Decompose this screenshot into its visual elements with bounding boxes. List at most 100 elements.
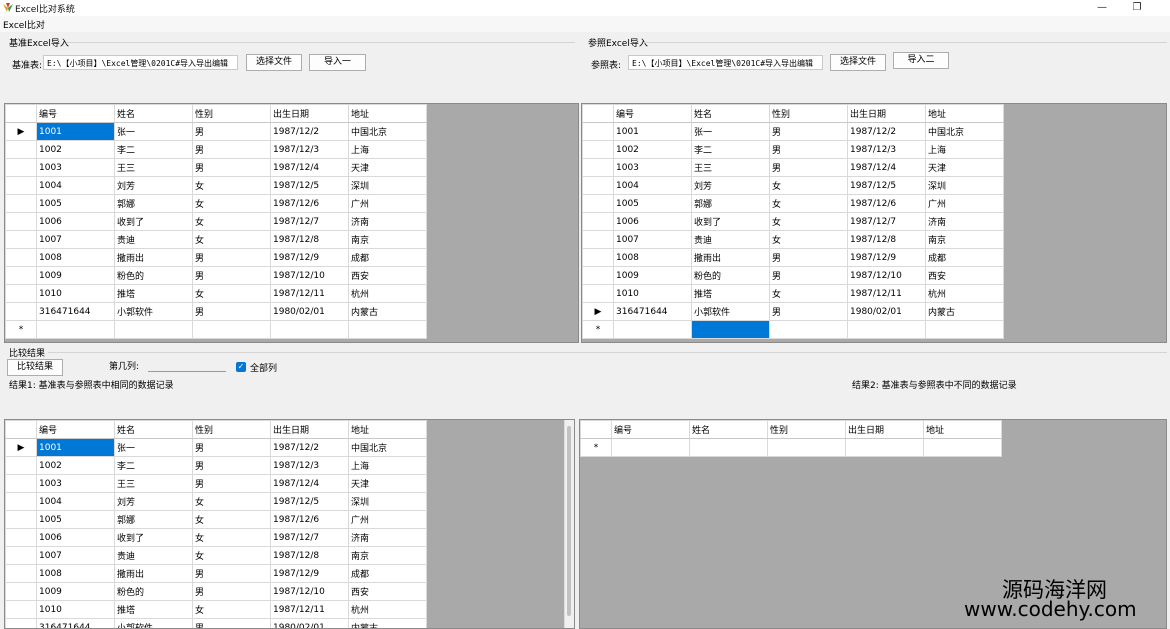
grid-cell[interactable]: 女 <box>192 546 271 565</box>
grid-cell[interactable]: 1987/12/11 <box>847 284 926 303</box>
row-header[interactable] <box>5 194 37 213</box>
grid-cell[interactable]: 女 <box>769 194 848 213</box>
grid-cell[interactable]: 1987/12/9 <box>270 248 349 267</box>
grid-cell[interactable]: 王三 <box>691 158 770 177</box>
grid-cell[interactable]: 1987/12/5 <box>270 492 349 511</box>
table-row[interactable]: 1006 收到了女 1987/12/7 济南 <box>5 212 427 231</box>
grid-cell[interactable]: 西安 <box>348 582 427 601</box>
row-header[interactable] <box>5 248 37 267</box>
grid-cell[interactable]: 1004 <box>36 176 115 195</box>
grid-cell[interactable]: 天津 <box>925 158 1004 177</box>
column-header-gender[interactable]: 性别 <box>192 420 271 439</box>
grid-cell[interactable]: 1987/12/11 <box>270 284 349 303</box>
grid-cell[interactable]: 男 <box>192 140 271 159</box>
table-row[interactable]: ▶ 1001 张一男 1987/12/2 中国北京 <box>5 438 427 457</box>
grid-cell[interactable]: 深圳 <box>348 492 427 511</box>
grid-cell[interactable]: 男 <box>192 122 271 141</box>
row-header[interactable] <box>582 140 614 159</box>
column-header-gender[interactable]: 性别 <box>767 420 846 439</box>
grid-cell[interactable]: 男 <box>192 618 271 628</box>
grid-cell[interactable]: 李二 <box>114 140 193 159</box>
grid-cell[interactable] <box>769 320 848 339</box>
table-row[interactable]: 316471644 小郭软件男 1980/02/01 内蒙古 <box>5 618 427 628</box>
ref-choose-file-button[interactable]: 选择文件 <box>830 54 886 71</box>
grid-cell[interactable]: 女 <box>192 176 271 195</box>
grid-cell[interactable]: 杭州 <box>348 600 427 619</box>
grid-cell[interactable]: 杭州 <box>348 284 427 303</box>
grid-cell[interactable]: 男 <box>192 474 271 493</box>
grid-cell[interactable]: 1987/12/4 <box>270 158 349 177</box>
row-header[interactable] <box>582 230 614 249</box>
grid-cell[interactable]: 郭娜 <box>114 194 193 213</box>
table-row[interactable]: 1002 李二男 1987/12/3 上海 <box>5 140 427 159</box>
column-number-input[interactable] <box>148 358 226 372</box>
table-row[interactable]: 1003 王三男 1987/12/4 天津 <box>582 158 1004 177</box>
grid-cell[interactable] <box>192 320 271 339</box>
new-row[interactable]: * <box>582 320 1004 339</box>
grid-cell[interactable]: 男 <box>769 266 848 285</box>
row-header[interactable] <box>5 546 37 565</box>
grid-cell[interactable]: 张一 <box>114 122 193 141</box>
column-header-name[interactable]: 姓名 <box>689 420 768 439</box>
column-header-id[interactable]: 编号 <box>611 420 690 439</box>
grid-cell[interactable]: 1003 <box>613 158 692 177</box>
row-header[interactable] <box>5 456 37 475</box>
grid-cell[interactable] <box>923 438 1002 457</box>
grid-cell[interactable]: 1987/12/3 <box>270 456 349 475</box>
grid-cell[interactable]: 1987/12/9 <box>270 564 349 583</box>
grid-cell[interactable]: 西安 <box>348 266 427 285</box>
grid-cell[interactable]: 1987/12/7 <box>270 212 349 231</box>
grid-cell[interactable]: 男 <box>769 248 848 267</box>
grid-cell[interactable]: 王三 <box>114 158 193 177</box>
row-header[interactable] <box>5 528 37 547</box>
column-header-address[interactable]: 地址 <box>348 104 427 123</box>
row-header[interactable] <box>5 510 37 529</box>
table-row[interactable]: 1003 王三男 1987/12/4 天津 <box>5 474 427 493</box>
grid-cell[interactable]: 刘芳 <box>114 492 193 511</box>
grid-cell[interactable]: 济南 <box>925 212 1004 231</box>
grid-cell[interactable] <box>611 438 690 457</box>
grid-cell[interactable]: 广州 <box>348 194 427 213</box>
column-header-id[interactable]: 编号 <box>36 104 115 123</box>
row-header[interactable] <box>5 176 37 195</box>
grid-cell[interactable]: 女 <box>769 176 848 195</box>
grid-cell[interactable]: 316471644 <box>36 618 115 628</box>
grid-cell[interactable]: 1009 <box>36 582 115 601</box>
menu-item-excel-compare[interactable]: Excel比对 <box>3 18 45 31</box>
column-header-address[interactable]: 地址 <box>925 104 1004 123</box>
grid-cell[interactable]: 成都 <box>348 248 427 267</box>
grid-cell[interactable] <box>36 320 115 339</box>
grid-cell[interactable]: 1007 <box>36 546 115 565</box>
row-header[interactable] <box>5 140 37 159</box>
grid-cell[interactable]: 男 <box>769 158 848 177</box>
grid-cell[interactable]: 1980/02/01 <box>847 302 926 321</box>
grid-cell[interactable]: 男 <box>192 456 271 475</box>
grid-cell[interactable]: 广州 <box>348 510 427 529</box>
row-header[interactable] <box>5 302 37 321</box>
grid-cell[interactable]: 1003 <box>36 474 115 493</box>
grid-cell[interactable]: 男 <box>769 302 848 321</box>
column-header-address[interactable]: 地址 <box>923 420 1002 439</box>
grid-cell[interactable]: 1006 <box>36 212 115 231</box>
grid-cell[interactable]: 1010 <box>36 600 115 619</box>
column-header-name[interactable]: 姓名 <box>691 104 770 123</box>
grid-cell[interactable]: 男 <box>192 438 271 457</box>
row-header[interactable] <box>5 582 37 601</box>
column-header-birthdate[interactable]: 出生日期 <box>270 420 349 439</box>
grid-cell[interactable]: 1002 <box>613 140 692 159</box>
grid-cell[interactable]: 西安 <box>925 266 1004 285</box>
row-header[interactable] <box>582 266 614 285</box>
column-header-address[interactable]: 地址 <box>348 420 427 439</box>
table-row[interactable]: 1004 刘芳女 1987/12/5 深圳 <box>5 176 427 195</box>
grid-cell[interactable]: 1003 <box>36 158 115 177</box>
grid-cell[interactable]: 贵迪 <box>691 230 770 249</box>
grid-cell[interactable]: 1987/12/8 <box>270 230 349 249</box>
grid-cell[interactable]: 1987/12/4 <box>270 474 349 493</box>
grid-cell[interactable]: 上海 <box>348 140 427 159</box>
compare-button[interactable]: 比较结果 <box>7 359 63 376</box>
grid-cell[interactable]: 1009 <box>36 266 115 285</box>
table-row[interactable]: 1007 贵迪女 1987/12/8 南京 <box>5 546 427 565</box>
grid-cell[interactable]: 天津 <box>348 158 427 177</box>
grid-cell[interactable] <box>270 320 349 339</box>
grid-cell[interactable]: 男 <box>769 140 848 159</box>
